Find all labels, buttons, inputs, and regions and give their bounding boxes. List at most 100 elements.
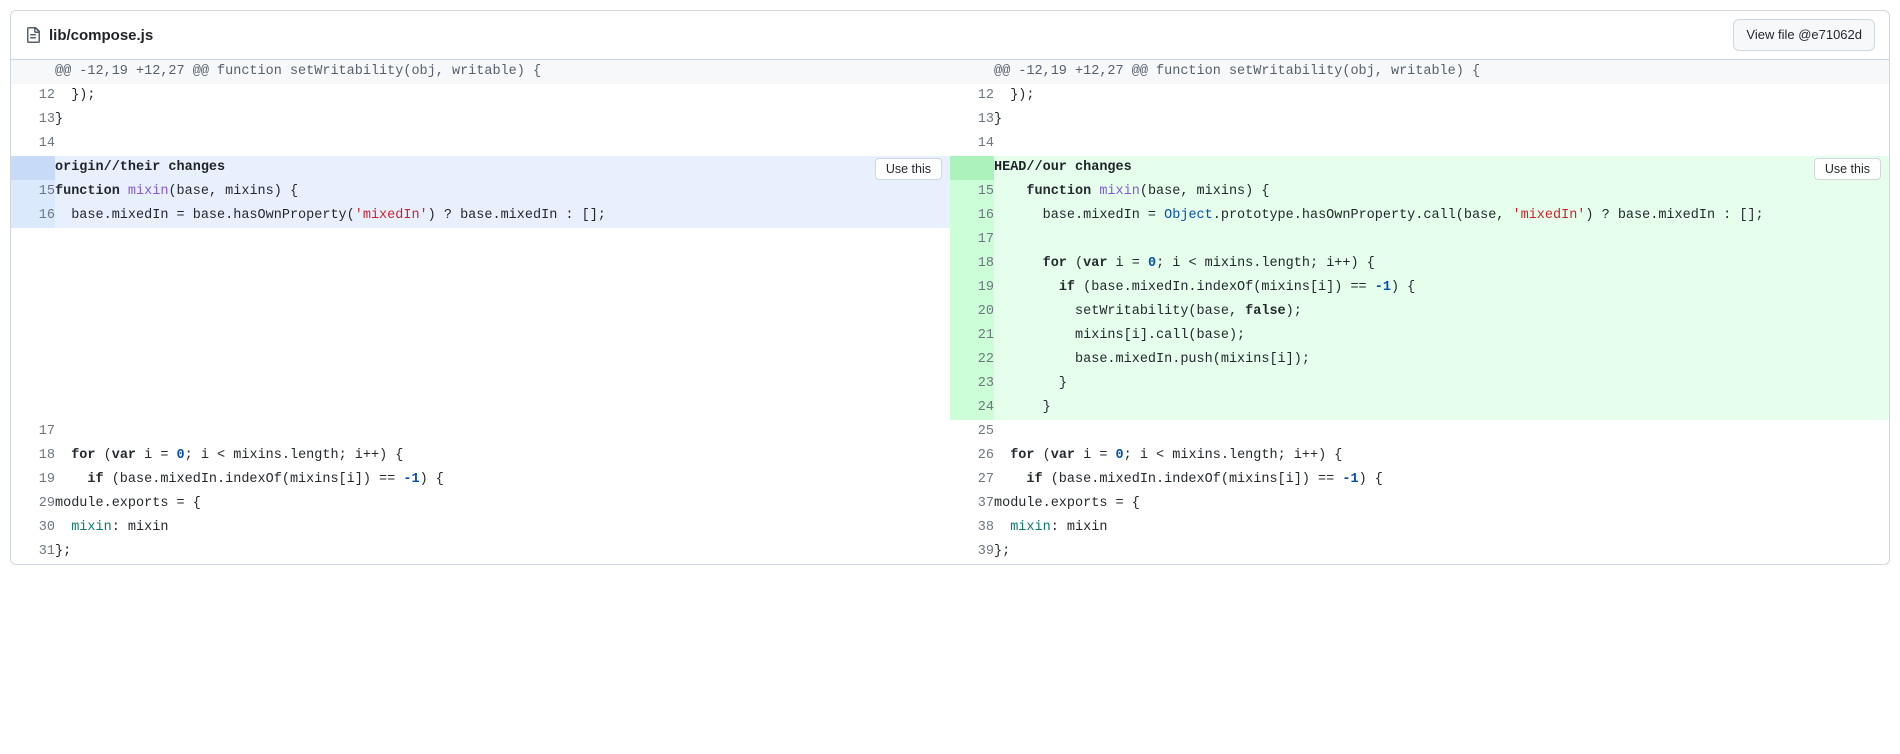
context-row: 18 for (var i = 0; i < mixins.length; i+… xyxy=(11,444,1889,468)
hunk-header-row: @@ -12,19 +12,27 @@ function setWritabil… xyxy=(11,60,1889,84)
line-number-right[interactable]: 14 xyxy=(950,132,994,156)
line-number-right[interactable]: 20 xyxy=(950,300,994,324)
hunk-header-right: @@ -12,19 +12,27 @@ function setWritabil… xyxy=(994,60,1889,84)
code-right: mixins[i].call(base); xyxy=(994,324,1889,348)
code-left: if (base.mixedIn.indexOf(mixins[i]) == -… xyxy=(55,468,950,492)
code-right: if (base.mixedIn.indexOf(mixins[i]) == -… xyxy=(994,468,1889,492)
line-number-left[interactable]: 15 xyxy=(11,180,55,204)
code-left: module.exports = { xyxy=(55,492,950,516)
line-number-left[interactable]: 18 xyxy=(11,444,55,468)
line-number-left[interactable]: 13 xyxy=(11,108,55,132)
line-number-right[interactable]: 24 xyxy=(950,396,994,420)
view-file-button[interactable]: View file @e71062d xyxy=(1733,19,1875,51)
code-left: base.mixedIn = base.hasOwnProperty('mixe… xyxy=(55,204,950,228)
code-left xyxy=(55,276,950,300)
code-right xyxy=(994,420,1889,444)
line-number-left[interactable]: 17 xyxy=(11,420,55,444)
line-number-right[interactable]: 22 xyxy=(950,348,994,372)
use-this-theirs-button[interactable]: Use this xyxy=(1814,158,1881,180)
line-number-right[interactable]: 17 xyxy=(950,228,994,252)
code-right: for (var i = 0; i < mixins.length; i++) … xyxy=(994,444,1889,468)
conflict-header-row: origin//their changesUse this HEAD//our c… xyxy=(11,156,1889,180)
line-number-right[interactable]: 12 xyxy=(950,84,994,108)
code-left xyxy=(55,420,950,444)
line-number-right xyxy=(950,60,994,84)
line-number-left[interactable]: 16 xyxy=(11,204,55,228)
line-number-right[interactable]: 27 xyxy=(950,468,994,492)
file-header: lib/compose.js View file @e71062d xyxy=(11,11,1889,60)
code-left xyxy=(55,348,950,372)
code-left: mixin: mixin xyxy=(55,516,950,540)
code-right: } xyxy=(994,108,1889,132)
line-number-right[interactable]: 37 xyxy=(950,492,994,516)
line-number-right[interactable]: 13 xyxy=(950,108,994,132)
code-right: function mixin(base, mixins) { xyxy=(994,180,1889,204)
hunk-header-left: @@ -12,19 +12,27 @@ function setWritabil… xyxy=(55,60,950,84)
conflict-row: 17 xyxy=(11,228,1889,252)
line-number-right[interactable]: 15 xyxy=(950,180,994,204)
conflict-ours-label: origin//their changesUse this xyxy=(55,156,950,180)
context-row: 13}13} xyxy=(11,108,1889,132)
line-number-right[interactable]: 25 xyxy=(950,420,994,444)
line-number-left[interactable]: 14 xyxy=(11,132,55,156)
code-left xyxy=(55,228,950,252)
use-this-ours-button[interactable]: Use this xyxy=(875,158,942,180)
line-number-left xyxy=(11,372,55,396)
code-left: } xyxy=(55,108,950,132)
conflict-row: 24 } xyxy=(11,396,1889,420)
line-number-right[interactable]: 16 xyxy=(950,204,994,228)
code-right: } xyxy=(994,396,1889,420)
code-right: } xyxy=(994,372,1889,396)
conflict-row: 21 mixins[i].call(base); xyxy=(11,324,1889,348)
code-left xyxy=(55,132,950,156)
context-row: 31};39}; xyxy=(11,540,1889,564)
code-right: }); xyxy=(994,84,1889,108)
conflict-row: 15function mixin(base, mixins) {15 funct… xyxy=(11,180,1889,204)
line-number-right[interactable]: 38 xyxy=(950,516,994,540)
code-left xyxy=(55,396,950,420)
context-row: 1725 xyxy=(11,420,1889,444)
code-right: base.mixedIn.push(mixins[i]); xyxy=(994,348,1889,372)
code-left xyxy=(55,300,950,324)
line-number-right[interactable]: 19 xyxy=(950,276,994,300)
conflict-row: 23 } xyxy=(11,372,1889,396)
context-row: 29module.exports = {37module.exports = { xyxy=(11,492,1889,516)
conflict-row: 22 base.mixedIn.push(mixins[i]); xyxy=(11,348,1889,372)
code-right: if (base.mixedIn.indexOf(mixins[i]) == -… xyxy=(994,276,1889,300)
code-right: for (var i = 0; i < mixins.length; i++) … xyxy=(994,252,1889,276)
code-right: mixin: mixin xyxy=(994,516,1889,540)
conflict-row: 20 setWritability(base, false); xyxy=(11,300,1889,324)
code-right xyxy=(994,132,1889,156)
context-row: 19 if (base.mixedIn.indexOf(mixins[i]) =… xyxy=(11,468,1889,492)
code-left: }; xyxy=(55,540,950,564)
line-number-left[interactable]: 12 xyxy=(11,84,55,108)
line-number-right[interactable]: 18 xyxy=(950,252,994,276)
line-number-left xyxy=(11,300,55,324)
code-left xyxy=(55,252,950,276)
line-number-left xyxy=(11,252,55,276)
code-left: function mixin(base, mixins) { xyxy=(55,180,950,204)
conflict-row: 18 for (var i = 0; i < mixins.length; i+… xyxy=(11,252,1889,276)
line-number-right[interactable]: 26 xyxy=(950,444,994,468)
context-row: 30 mixin: mixin38 mixin: mixin xyxy=(11,516,1889,540)
conflict-theirs-label: HEAD//our changesUse this xyxy=(994,156,1889,180)
context-row: 14 14 xyxy=(11,132,1889,156)
line-number-right xyxy=(950,156,994,180)
conflict-row: 16 base.mixedIn = base.hasOwnProperty('m… xyxy=(11,204,1889,228)
code-right: setWritability(base, false); xyxy=(994,300,1889,324)
code-left: for (var i = 0; i < mixins.length; i++) … xyxy=(55,444,950,468)
diff-file: lib/compose.js View file @e71062d @@ -12… xyxy=(10,10,1890,565)
file-icon xyxy=(25,27,41,43)
line-number-right[interactable]: 21 xyxy=(950,324,994,348)
line-number-left[interactable]: 31 xyxy=(11,540,55,564)
line-number-left xyxy=(11,228,55,252)
line-number-left[interactable]: 30 xyxy=(11,516,55,540)
line-number-right[interactable]: 39 xyxy=(950,540,994,564)
line-number-left[interactable]: 19 xyxy=(11,468,55,492)
context-row: 12 });12 }); xyxy=(11,84,1889,108)
line-number-right[interactable]: 23 xyxy=(950,372,994,396)
file-path[interactable]: lib/compose.js xyxy=(49,27,153,44)
line-number-left xyxy=(11,324,55,348)
diff-table: @@ -12,19 +12,27 @@ function setWritabil… xyxy=(11,60,1889,564)
line-number-left[interactable]: 29 xyxy=(11,492,55,516)
